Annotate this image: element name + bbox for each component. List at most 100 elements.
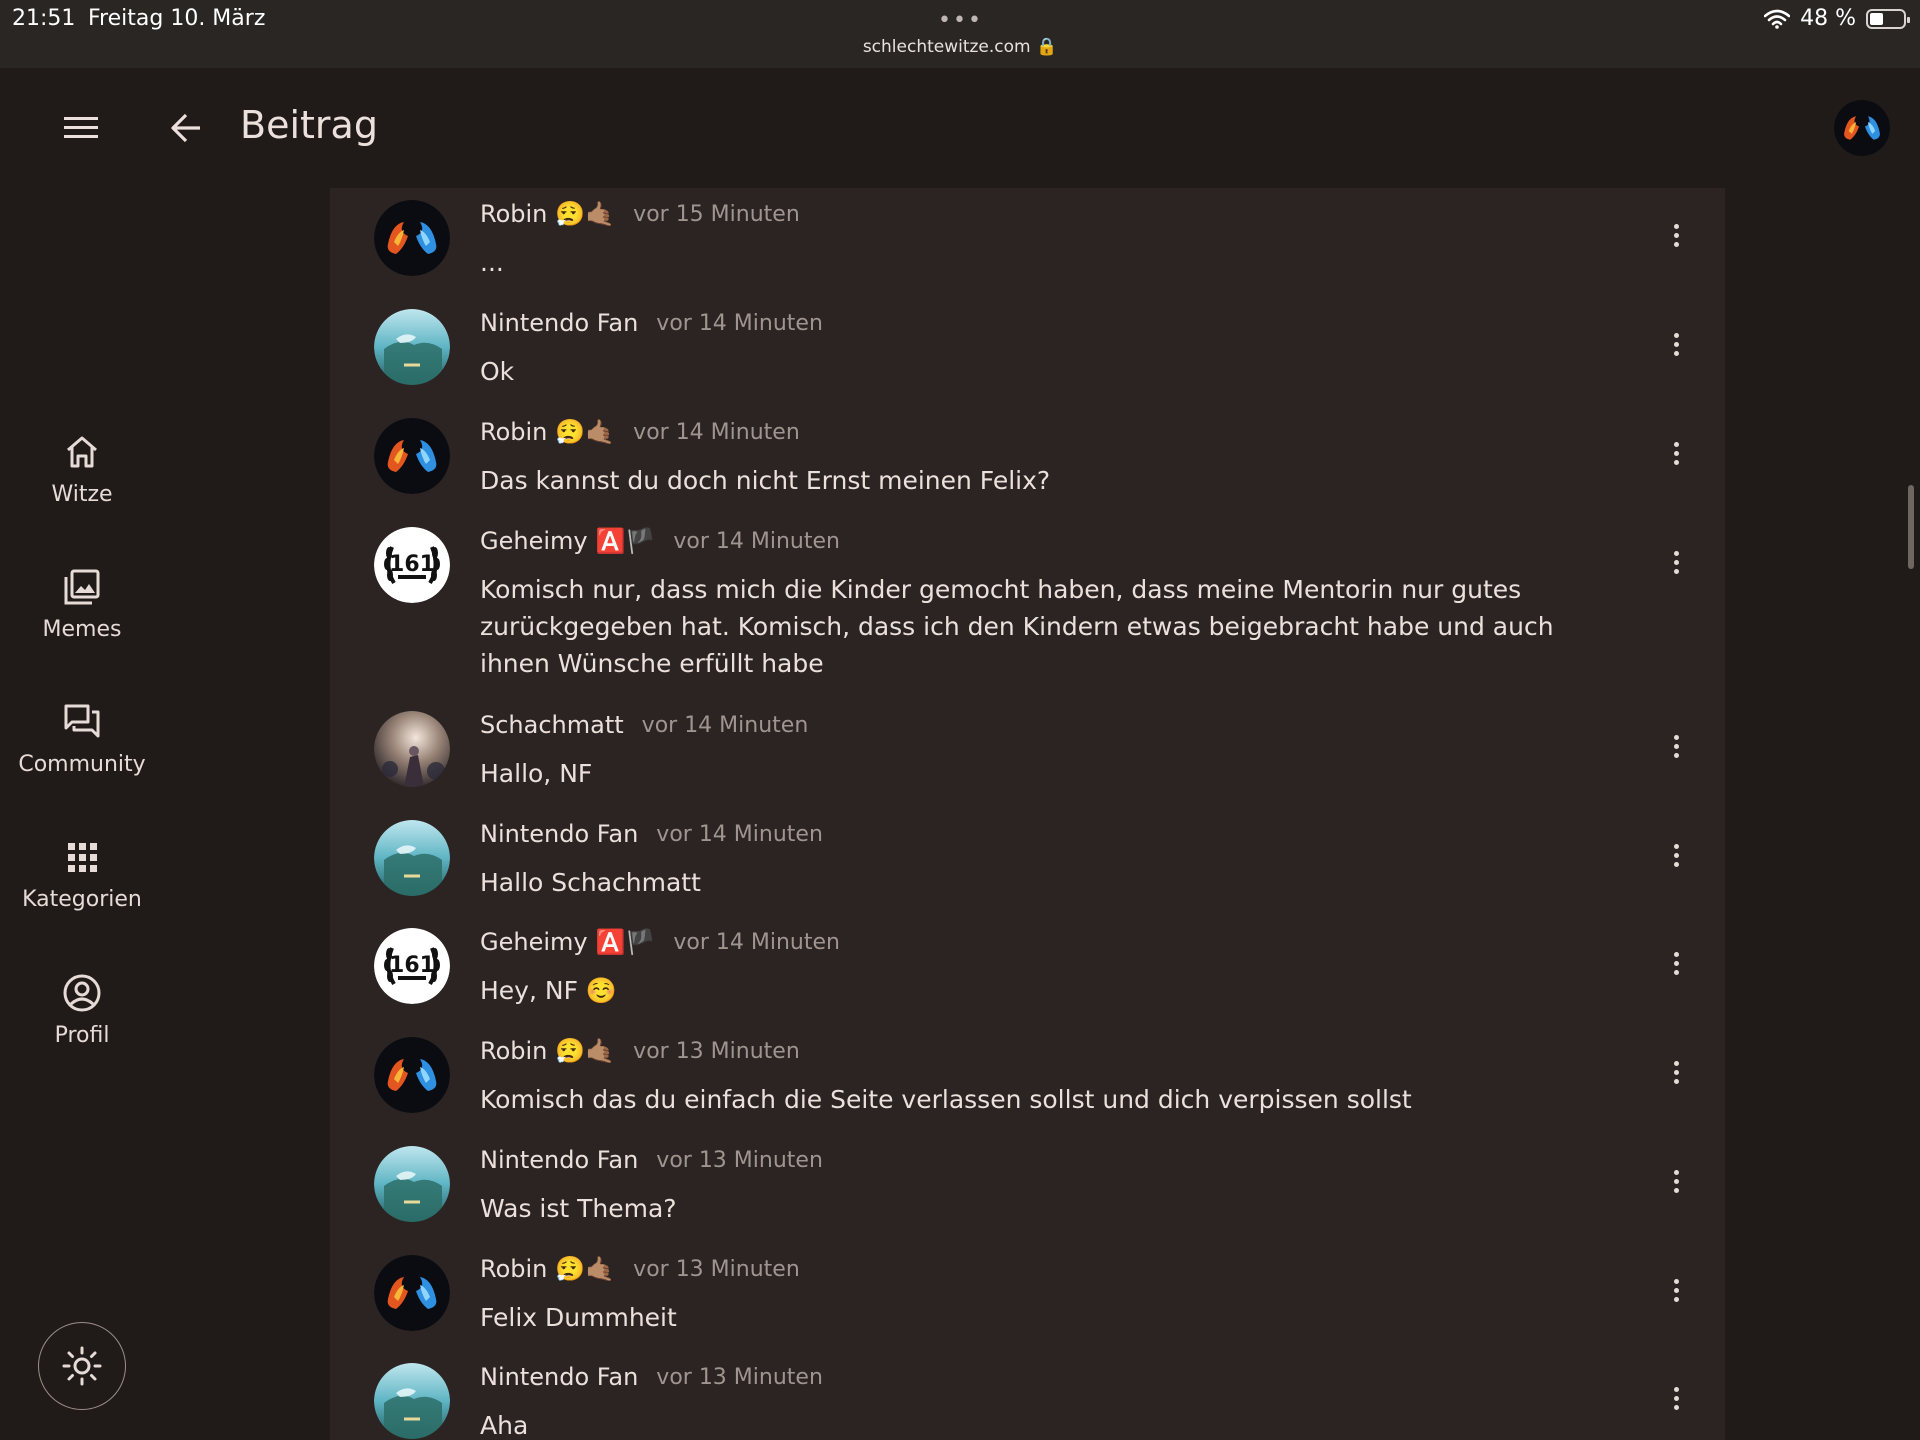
comment-avatar[interactable]	[374, 309, 450, 385]
more-vert-icon-dot	[1673, 1187, 1679, 1193]
comment-header: Nintendo Fan vor 13 Minuten	[480, 1146, 823, 1174]
sidebar-item-kategorien[interactable]: Kategorien	[0, 837, 164, 912]
comment-avatar[interactable]	[374, 1146, 450, 1222]
more-vert-icon-dot	[1673, 1060, 1679, 1066]
comment-timestamp: vor 14 Minuten	[673, 929, 840, 955]
sidebar-item-label: Profil	[54, 1023, 110, 1048]
laurel-161-avatar-icon: 161	[374, 527, 450, 603]
user-avatar-button[interactable]	[1834, 100, 1890, 156]
author-badges: 🅰️🏴	[595, 527, 656, 555]
comment-author[interactable]: Geheimy	[480, 928, 588, 956]
comment-text: Ok	[480, 357, 515, 386]
comment-avatar[interactable]: 161	[374, 527, 450, 603]
comment-header: Robin 😮‍💨🤙🏽 vor 13 Minuten	[480, 1037, 800, 1065]
more-vert-icon-dot	[1673, 1078, 1679, 1084]
more-vert-icon-dot	[1673, 743, 1679, 749]
comment-author[interactable]: Robin	[480, 1255, 547, 1283]
comment-more-button[interactable]	[1666, 1375, 1686, 1421]
more-vert-icon-dot	[1673, 1169, 1679, 1175]
comment-author[interactable]: Nintendo Fan	[480, 1146, 638, 1174]
more-vert-icon-dot	[1673, 441, 1679, 447]
comment-more-button[interactable]	[1666, 832, 1686, 878]
scrollbar-thumb[interactable]	[1908, 485, 1914, 569]
comment-avatar[interactable]	[374, 711, 450, 787]
more-vert-icon-dot	[1673, 450, 1679, 456]
back-button[interactable]	[166, 108, 208, 148]
fire-water-avatar-icon	[374, 1255, 450, 1331]
comment-avatar[interactable]	[374, 200, 450, 276]
status-time: 21:51	[12, 6, 76, 31]
comment-header: Geheimy 🅰️🏴 vor 14 Minuten	[480, 928, 840, 956]
more-vert-icon-dot	[1673, 960, 1679, 966]
sidebar-item-memes[interactable]: Memes	[0, 567, 164, 642]
more-vert-icon-dot	[1673, 550, 1679, 556]
more-vert-icon-dot	[1673, 951, 1679, 957]
comment-more-button[interactable]	[1666, 539, 1686, 585]
comment-author[interactable]: Geheimy	[480, 527, 588, 555]
comment-author[interactable]: Nintendo Fan	[480, 820, 638, 848]
zelda-avatar-icon	[374, 1146, 450, 1222]
comment-timestamp: vor 14 Minuten	[633, 419, 800, 445]
menu-button[interactable]	[60, 108, 104, 148]
comment-avatar[interactable]	[374, 820, 450, 896]
comment-more-button[interactable]	[1666, 1267, 1686, 1313]
comment-more-button[interactable]	[1666, 212, 1686, 258]
more-vert-icon-dot	[1673, 843, 1679, 849]
comment-author[interactable]: Robin	[480, 418, 547, 446]
more-vert-icon-dot	[1673, 568, 1679, 574]
comment-timestamp: vor 15 Minuten	[633, 201, 800, 227]
more-vert-icon-dot	[1673, 734, 1679, 740]
comment-timestamp: vor 14 Minuten	[656, 310, 823, 336]
sidebar-item-profil[interactable]: Profil	[0, 973, 164, 1048]
battery-percent: 48 %	[1800, 6, 1856, 31]
more-vert-icon-dot	[1673, 332, 1679, 338]
comment-avatar[interactable]: 161	[374, 928, 450, 1004]
comment-header: Nintendo Fan vor 14 Minuten	[480, 309, 823, 337]
theme-toggle-button[interactable]	[38, 1322, 126, 1410]
comment-more-button[interactable]	[1666, 723, 1686, 769]
svg-text:161: 161	[389, 552, 435, 577]
comment-author[interactable]: Nintendo Fan	[480, 309, 638, 337]
sidebar-item-community[interactable]: Community	[0, 702, 164, 777]
comment-more-button[interactable]	[1666, 430, 1686, 476]
comment-author[interactable]: Robin	[480, 200, 547, 228]
comment-text: Hallo Schachmatt	[480, 868, 701, 897]
image-stack-icon	[64, 569, 100, 605]
address-bar-url[interactable]: schlechtewitze.com 🔒	[0, 37, 1920, 57]
fire-water-avatar-icon	[374, 418, 450, 494]
more-vert-icon-dot	[1673, 1404, 1679, 1410]
comment-header: Robin 😮‍💨🤙🏽 vor 14 Minuten	[480, 418, 800, 446]
forum-icon	[64, 704, 100, 738]
comment-author[interactable]: Nintendo Fan	[480, 1363, 638, 1391]
battery-fill	[1870, 12, 1884, 25]
comment-avatar[interactable]	[374, 418, 450, 494]
comment-more-button[interactable]	[1666, 1049, 1686, 1095]
comment-avatar[interactable]	[374, 1363, 450, 1439]
comment-author[interactable]: Robin	[480, 1037, 547, 1065]
comment-timestamp: vor 14 Minuten	[641, 712, 809, 738]
comment-text: Felix Dummheit	[480, 1303, 677, 1332]
comment-more-button[interactable]	[1666, 940, 1686, 986]
comment-author[interactable]: Schachmatt	[480, 711, 624, 739]
sidebar-item-witze[interactable]: Witze	[0, 432, 164, 507]
more-vert-icon-dot	[1673, 1296, 1679, 1302]
browser-more-dots[interactable]: •••	[938, 8, 983, 33]
comment-avatar[interactable]	[374, 1037, 450, 1113]
more-vert-icon-dot	[1673, 459, 1679, 465]
comment-header: Robin 😮‍💨🤙🏽 vor 13 Minuten	[480, 1255, 800, 1283]
comment-more-button[interactable]	[1666, 1158, 1686, 1204]
hamburger-menu-icon	[64, 117, 98, 138]
app-bar: Beitrag	[0, 68, 1920, 188]
grid-apps-icon	[68, 843, 97, 872]
more-vert-icon-dot	[1673, 1278, 1679, 1284]
sidebar-item-label: Kategorien	[22, 887, 142, 912]
fire-water-avatar-icon	[1834, 100, 1890, 156]
comment-timestamp: vor 13 Minuten	[633, 1256, 800, 1282]
comment-text: Aha	[480, 1411, 529, 1440]
more-vert-icon-dot	[1673, 1178, 1679, 1184]
comment-text: Hallo, NF	[480, 759, 593, 788]
comment-more-button[interactable]	[1666, 321, 1686, 367]
comment-text: Hey, NF ☺️	[480, 976, 618, 1005]
comment-avatar[interactable]	[374, 1255, 450, 1331]
comment-header: Geheimy 🅰️🏴 vor 14 Minuten	[480, 527, 840, 555]
